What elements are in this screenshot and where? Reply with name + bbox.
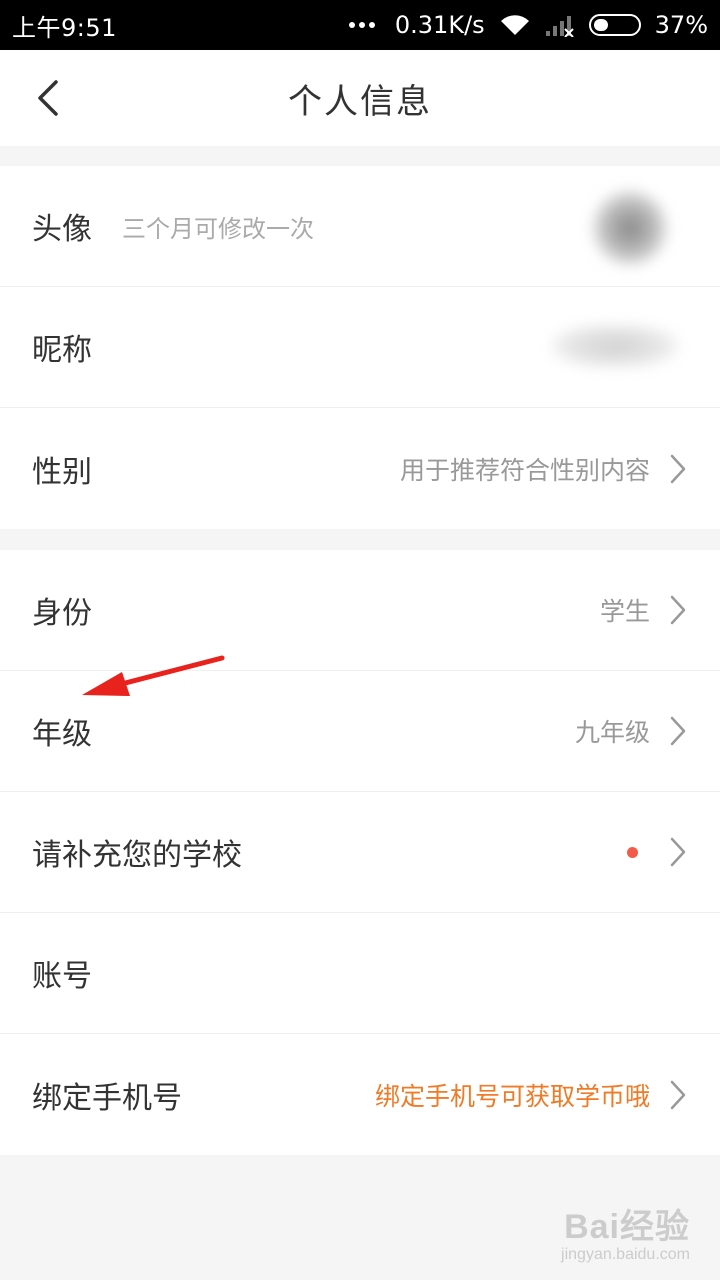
- row-phone[interactable]: 绑定手机号 绑定手机号可获取学币哦: [0, 1034, 720, 1155]
- profile-section-details: 身份 学生 年级 九年级 请补充您的学校 账号 绑定手机号 绑定手机号可获取学币…: [0, 550, 720, 1155]
- app-header: 个人信息: [0, 50, 720, 146]
- row-nickname[interactable]: 昵称: [0, 287, 720, 408]
- row-label: 年级: [32, 717, 92, 752]
- wifi-icon: [499, 13, 531, 37]
- chevron-right-icon: [670, 454, 686, 483]
- notification-dot: [627, 846, 638, 858]
- row-label: 性别: [32, 454, 92, 490]
- gender-value: 用于推荐符合性别内容: [399, 455, 650, 485]
- chevron-right-icon: [670, 1080, 686, 1109]
- row-account[interactable]: 账号: [0, 913, 720, 1034]
- network-speed: 0.31K/s: [394, 11, 485, 39]
- row-label: 账号: [32, 959, 92, 994]
- identity-value: 学生: [599, 597, 650, 626]
- row-label: 请补充您的学校: [32, 838, 242, 873]
- signal-icon: [545, 13, 575, 37]
- status-bar: 上午9:51 0.31K/s 37%: [0, 0, 720, 50]
- avatar-hint: 三个月可修改一次: [122, 214, 314, 243]
- profile-section-basic: 头像 三个月可修改一次 昵称 性别 用于推荐符合性别内容: [0, 166, 720, 529]
- row-label: 昵称: [32, 333, 92, 368]
- row-school[interactable]: 请补充您的学校: [0, 792, 720, 913]
- row-label: 绑定手机号: [32, 1080, 182, 1116]
- watermark-url: jingyan.baidu.com: [561, 1246, 690, 1263]
- more-dots-icon: [348, 22, 375, 28]
- row-label: 身份: [32, 596, 92, 631]
- row-gender[interactable]: 性别 用于推荐符合性别内容: [0, 408, 720, 529]
- nickname-value-blurred: [550, 323, 680, 369]
- watermark: Bai经验 jingyan.baidu.com: [561, 1199, 690, 1264]
- chevron-right-icon: [670, 716, 686, 746]
- chevron-right-icon: [670, 837, 686, 867]
- avatar[interactable]: [590, 188, 670, 268]
- grade-value: 九年级: [574, 718, 650, 747]
- battery-percent: 37%: [654, 11, 708, 39]
- status-icons: 0.31K/s 37%: [348, 11, 708, 39]
- phone-value: 绑定手机号可获取学币哦: [374, 1081, 650, 1111]
- row-avatar[interactable]: 头像 三个月可修改一次: [0, 166, 720, 287]
- status-time: 上午9:51: [12, 13, 117, 42]
- watermark-logo: Bai经验: [564, 1208, 690, 1246]
- chevron-right-icon: [670, 595, 686, 625]
- chevron-left-icon: [38, 80, 58, 116]
- back-button[interactable]: [24, 70, 72, 126]
- page-title: 个人信息: [288, 81, 432, 122]
- annotation-arrow-icon: [82, 655, 225, 696]
- battery-icon: [588, 14, 641, 36]
- row-label: 头像: [32, 212, 92, 247]
